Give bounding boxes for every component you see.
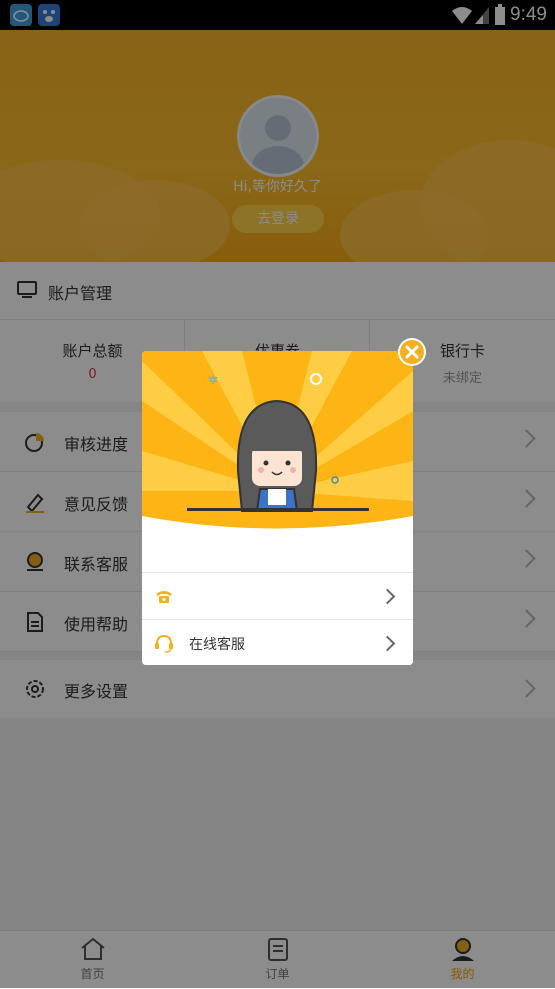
headset-icon <box>155 634 173 653</box>
close-dialog-button[interactable] <box>398 338 426 366</box>
close-icon <box>400 340 424 364</box>
dialog-row-phone[interactable] <box>142 572 413 619</box>
dialog-row-label: 在线客服 <box>189 637 245 653</box>
contact-dialog: ✲ 在线客服 <box>142 351 413 665</box>
chevron-right-icon <box>379 635 396 652</box>
phone-icon <box>156 591 172 603</box>
svg-text:✲: ✲ <box>208 373 218 387</box>
dialog-banner-illustration: ✲ <box>142 351 413 541</box>
chevron-right-icon <box>379 588 396 605</box>
dialog-row-online-service[interactable]: 在线客服 <box>142 619 413 665</box>
